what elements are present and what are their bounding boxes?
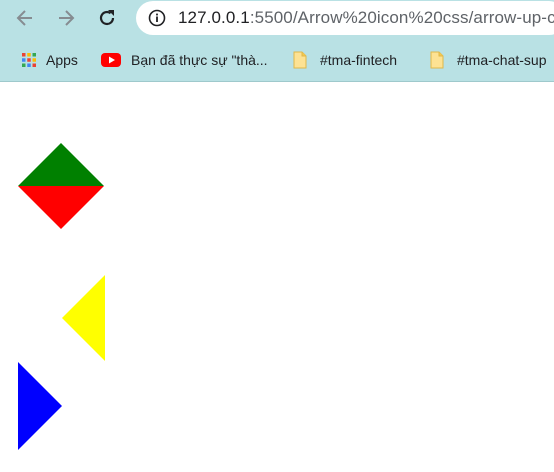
bookmark-tma-fintech[interactable]: #tma-fintech (293, 50, 397, 70)
apps-grid-icon (22, 53, 36, 67)
diamond-bottom-triangle (18, 186, 104, 229)
bookmark-tma-chat-sup[interactable]: #tma-chat-sup (430, 50, 546, 70)
bookmark-label: Bạn đã thực sự "thà... (131, 52, 268, 68)
reload-button[interactable] (97, 8, 117, 28)
bookmark-label: #tma-fintech (320, 52, 398, 68)
browser-toolbar: 127.0.0.1:5500/Arrow%20icon%20css/arrow-… (0, 0, 554, 82)
url-text[interactable]: 127.0.0.1:5500/Arrow%20icon%20css/arrow-… (178, 8, 554, 28)
url-host: 127.0.0.1 (178, 8, 250, 27)
info-icon[interactable] (148, 9, 166, 27)
url-path: :5500/Arrow%20icon%20css/arrow-up-c (249, 8, 554, 27)
youtube-icon (101, 53, 121, 67)
address-bar[interactable]: 127.0.0.1:5500/Arrow%20icon%20css/arrow-… (136, 1, 554, 35)
back-button[interactable] (15, 8, 35, 28)
bookmark-youtube-video[interactable]: Bạn đã thực sự "thà... (101, 50, 268, 70)
forward-arrow-icon (59, 10, 75, 26)
forward-button[interactable] (56, 8, 76, 28)
right-pointing-triangle (18, 362, 62, 450)
back-arrow-icon (16, 10, 32, 26)
bookmark-page-icon (430, 51, 444, 69)
page-content (0, 82, 554, 472)
reload-icon (99, 10, 115, 26)
bookmarks-bar: Apps Bạn đã thực sự "thà... #tma-fintech… (0, 44, 554, 76)
bookmark-page-icon (293, 51, 307, 69)
bookmark-label: Apps (46, 52, 78, 68)
diamond-top-triangle (18, 143, 104, 186)
bookmark-apps[interactable]: Apps (21, 50, 78, 70)
left-pointing-triangle (62, 275, 105, 361)
bookmark-label: #tma-chat-sup (457, 52, 547, 68)
